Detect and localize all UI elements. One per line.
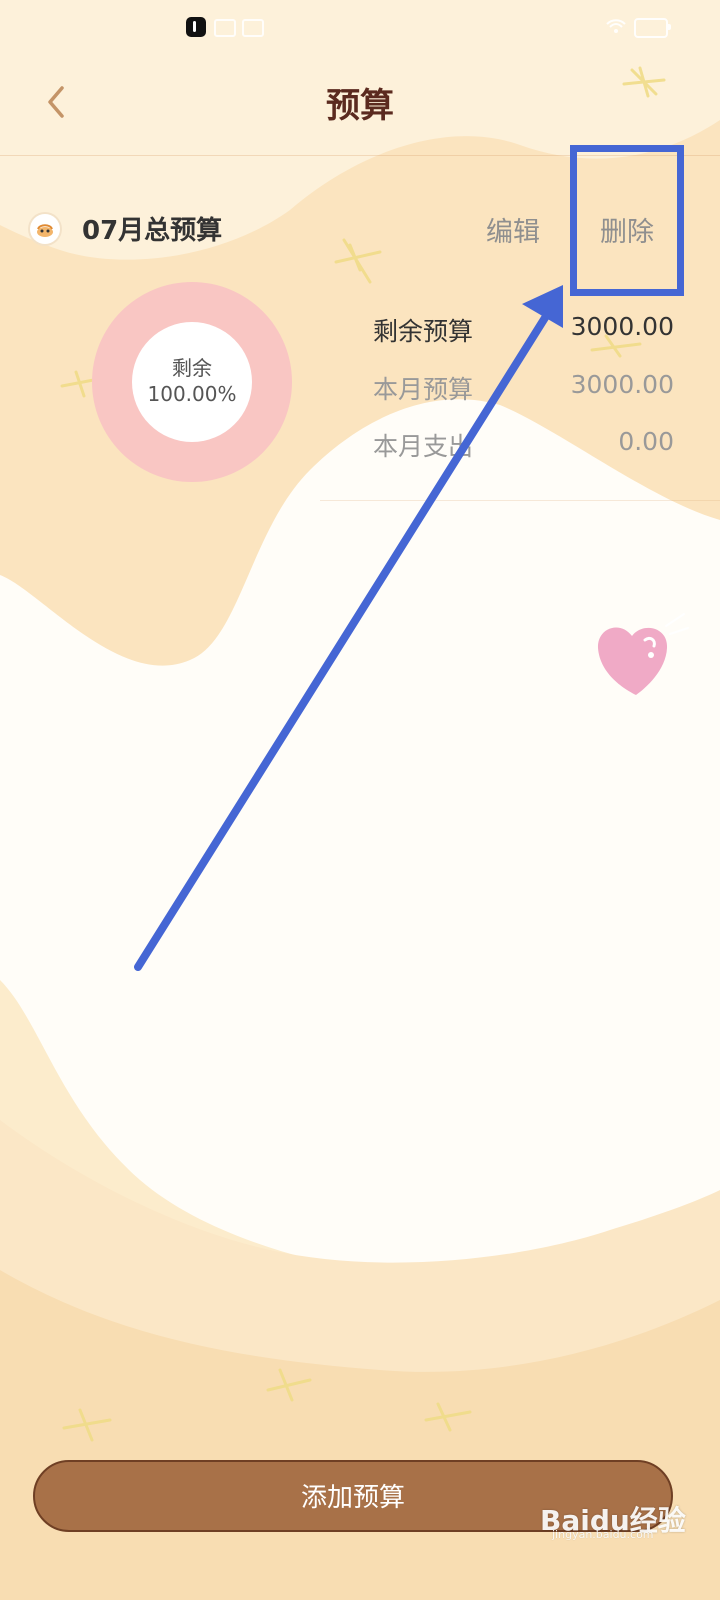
pointer-arrow bbox=[134, 285, 563, 971]
